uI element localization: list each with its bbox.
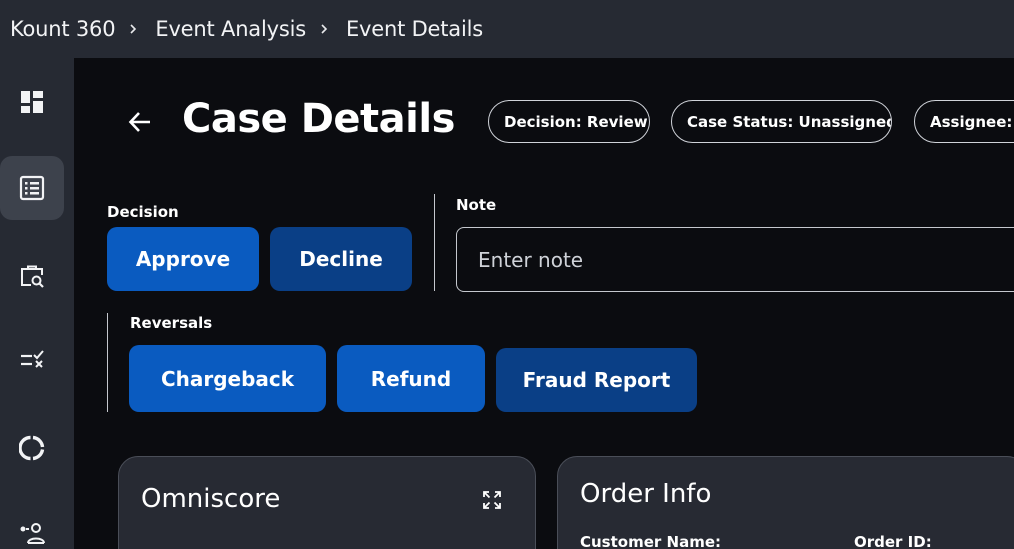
donut-chart-icon	[19, 435, 45, 461]
assignee-pill: Assignee: Unassigned	[914, 100, 1014, 143]
dashboard-icon	[21, 91, 43, 113]
refund-button[interactable]: Refund	[337, 345, 485, 412]
user-flow-icon	[20, 523, 45, 544]
sidebar-item-analytics[interactable]	[0, 416, 64, 480]
reversals-label: Reversals	[130, 314, 213, 332]
fraud-report-button[interactable]: Fraud Report	[496, 348, 697, 412]
rules-check-icon	[21, 350, 44, 368]
order-info-card: Order Info Customer Name: Order ID:	[557, 456, 1014, 549]
reversals-divider	[107, 313, 108, 412]
page-title: Case Details	[182, 96, 455, 142]
approve-button[interactable]: Approve	[107, 227, 259, 291]
note-input[interactable]	[456, 227, 1014, 292]
case-search-icon	[21, 265, 44, 288]
decline-button[interactable]: Decline	[270, 227, 412, 291]
breadcrumb-item-event-analysis[interactable]: Event Analysis	[155, 17, 306, 41]
decision-status-pill: Decision: Review	[488, 100, 650, 143]
order-id-label: Order ID:	[854, 533, 932, 549]
sidebar-item-rules[interactable]	[0, 328, 64, 392]
list-icon	[19, 175, 45, 201]
back-button[interactable]	[124, 106, 156, 138]
case-status-pill: Case Status: Unassigned	[671, 100, 892, 143]
sidebar-item-case-search[interactable]	[0, 244, 64, 308]
section-divider	[434, 194, 435, 291]
sidebar-item-users[interactable]	[0, 502, 64, 549]
breadcrumb: Kount 360 Event Analysis Event Details	[0, 0, 1014, 58]
note-label: Note	[456, 196, 497, 214]
expand-icon	[483, 491, 501, 509]
expand-button[interactable]	[479, 487, 505, 513]
app-window: Kount 360 Event Analysis Event Details C…	[0, 0, 1014, 549]
breadcrumb-item-event-details: Event Details	[345, 17, 483, 41]
breadcrumb-item-home[interactable]: Kount 360	[10, 17, 116, 41]
arrow-left-icon	[128, 112, 150, 132]
omniscore-card-title: Omniscore	[141, 484, 281, 514]
customer-name-label: Customer Name:	[580, 533, 721, 549]
omniscore-card: Omniscore	[118, 456, 536, 549]
decision-label: Decision	[107, 203, 179, 221]
chevron-right-icon	[308, 19, 340, 39]
sidebar-item-events[interactable]	[0, 156, 64, 220]
sidebar	[0, 58, 74, 549]
chevron-right-icon	[117, 19, 149, 39]
chargeback-button[interactable]: Chargeback	[129, 345, 326, 412]
sidebar-item-dashboard[interactable]	[0, 70, 64, 134]
order-info-card-title: Order Info	[580, 479, 712, 509]
main-content: Case Details Decision: Review Case Statu…	[74, 58, 1014, 549]
